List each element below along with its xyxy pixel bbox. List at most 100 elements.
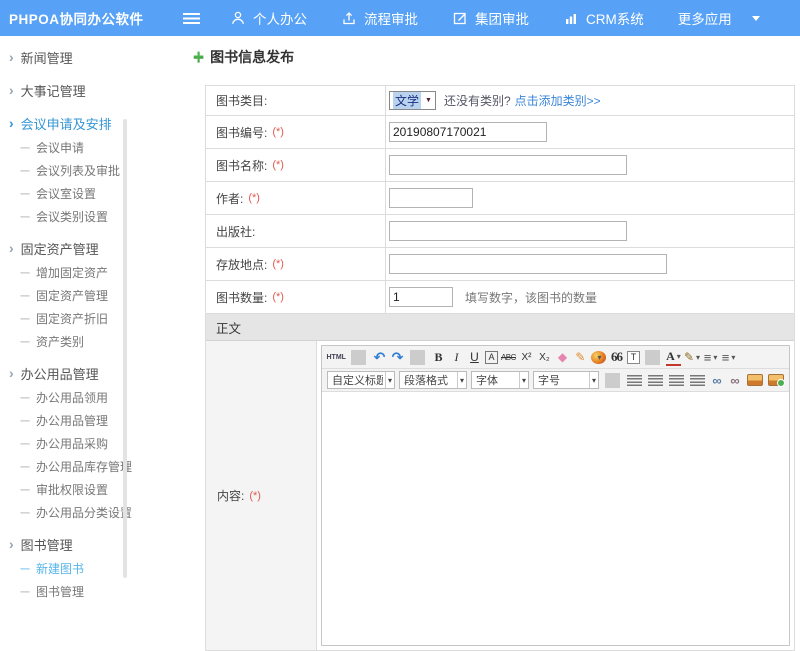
nav-prefix-icon: 一 — [20, 140, 30, 155]
page-title: + 图书信息发布 — [193, 47, 294, 67]
nav-item-personal-office[interactable]: 个人办公 — [230, 8, 307, 28]
compose-icon — [452, 10, 468, 26]
sidebar-item-asset-depreciation[interactable]: 一 固定资产折旧 — [0, 307, 133, 330]
nav-item-group-approval[interactable]: 集团审批 — [452, 8, 529, 28]
sidebar-item-label: 办公用品分类设置 — [36, 504, 132, 521]
sidebar-group-memorabilia[interactable]: › 大事记管理 — [0, 77, 133, 103]
approval-icon — [341, 10, 357, 26]
font-size-select[interactable]: 字号 ▾ — [533, 371, 599, 389]
location-row: 存放地点: (*) — [206, 248, 794, 281]
align-center-button[interactable] — [648, 375, 663, 386]
strikethrough-button[interactable]: ABC — [501, 348, 516, 366]
sidebar-item-asset-add[interactable]: 一 增加固定资产 — [0, 261, 133, 284]
book-category-select[interactable]: 文学 ▼ — [389, 91, 436, 110]
sidebar-scrollbar[interactable] — [123, 119, 127, 578]
superscript-button[interactable]: X² — [519, 348, 534, 366]
remove-link-button[interactable]: ∞ — [728, 371, 743, 389]
sidebar-item-meeting-room[interactable]: 一 会议室设置 — [0, 182, 133, 205]
required-mark: (*) — [248, 192, 260, 204]
add-category-link[interactable]: 点击添加类别>> — [515, 92, 601, 109]
sidebar-item-asset-category[interactable]: 一 资产类别 — [0, 330, 133, 353]
nav-prefix-icon: › — [9, 241, 14, 255]
field-label: 图书类目: — [206, 86, 386, 115]
nav-prefix-icon: 一 — [20, 186, 30, 201]
editor-text-area[interactable] — [322, 392, 789, 645]
anchor-button[interactable]: A — [485, 351, 498, 364]
align-right-button[interactable] — [669, 375, 684, 386]
toolbar-separator — [351, 350, 366, 365]
nav-item-crm[interactable]: CRM系统 — [563, 8, 644, 28]
sidebar-item-meeting-apply[interactable]: 一 会议申请 — [0, 136, 133, 159]
sidebar-item-meeting-list[interactable]: 一 会议列表及审批 — [0, 159, 133, 182]
sidebar-item-meeting-category[interactable]: 一 会议类别设置 — [0, 205, 133, 228]
category-hint: 还没有类别? — [444, 92, 511, 109]
unordered-list-button[interactable]: ≡ — [721, 348, 736, 366]
underline-button[interactable]: U — [467, 348, 482, 366]
custom-title-select[interactable]: 自定义标题 ▾ — [327, 371, 395, 389]
bold-button[interactable]: B — [431, 348, 446, 366]
publisher-input[interactable] — [389, 221, 627, 241]
sidebar-item-supplies-claim[interactable]: 一 办公用品领用 — [0, 386, 133, 409]
body-section-header: 正文 — [206, 314, 794, 341]
nav-prefix-icon: › — [9, 116, 14, 130]
background-color-button[interactable] — [591, 351, 606, 364]
content-row: 内容: (*) HTML↶↷BIUAABCX²X₂◆✎66TA✎≡≡ 自定义标题… — [206, 341, 794, 651]
sidebar-group-meeting[interactable]: › 会议申请及安排 — [0, 110, 133, 136]
select-arrow-icon: ▼ — [425, 97, 432, 104]
sidebar-item-approval-permission[interactable]: 一 审批权限设置 — [0, 478, 133, 501]
sidebar-group-supplies[interactable]: › 办公用品管理 — [0, 360, 133, 386]
sidebar-item-supplies-purchase[interactable]: 一 办公用品采购 — [0, 432, 133, 455]
nav-label: 更多应用 — [678, 8, 732, 28]
author-input[interactable] — [389, 188, 473, 208]
ordered-list-button[interactable]: ≡ — [703, 348, 718, 366]
nav-item-workflow-approval[interactable]: 流程审批 — [341, 8, 418, 28]
nav-item-more-apps[interactable]: 更多应用 — [678, 8, 732, 28]
book-name-input[interactable] — [389, 155, 627, 175]
undo-button[interactable]: ↶ — [372, 348, 387, 366]
sidebar-item-supplies-stock[interactable]: 一 办公用品库存管理 — [0, 455, 133, 478]
upload-picture-button[interactable] — [768, 374, 784, 386]
sidebar-item-book-new[interactable]: 一 新建图书 — [0, 557, 133, 580]
location-input[interactable] — [389, 254, 667, 274]
sidebar-item-supplies-manage[interactable]: 一 办公用品管理 — [0, 409, 133, 432]
paragraph-format-select[interactable]: 段落格式 ▾ — [399, 371, 467, 389]
paste-as-text-button[interactable]: T — [627, 351, 640, 364]
blockquote-button[interactable]: 66 — [609, 348, 624, 366]
italic-button[interactable]: I — [449, 348, 464, 366]
hamburger-menu-icon[interactable] — [183, 13, 200, 24]
sidebar-item-label: 新闻管理 — [21, 48, 73, 67]
sidebar-item-label: 审批权限设置 — [36, 481, 108, 498]
insert-link-button[interactable]: ∞ — [710, 371, 725, 389]
select-caret-icon: ▾ — [519, 372, 528, 388]
eraser-button[interactable]: ◆ — [555, 348, 570, 366]
person-icon — [230, 10, 246, 26]
caret-down-icon[interactable] — [752, 16, 760, 21]
page-title-text: 图书信息发布 — [210, 47, 294, 67]
top-header: PHPOA协同办公软件 个人办公 流程审批 集团审批 CRM系统 — [0, 0, 800, 36]
sidebar-item-book-manage[interactable]: 一 图书管理 — [0, 580, 133, 603]
redo-button[interactable]: ↷ — [390, 348, 405, 366]
font-family-select[interactable]: 字体 ▾ — [471, 371, 529, 389]
sidebar-item-supplies-category[interactable]: 一 办公用品分类设置 — [0, 501, 133, 524]
format-painter-button[interactable]: ✎ — [573, 348, 588, 366]
highlight-pen-button[interactable]: ✎ — [684, 348, 700, 366]
align-justify-button[interactable] — [690, 375, 705, 386]
quantity-input[interactable] — [389, 287, 453, 307]
sidebar-item-asset-manage[interactable]: 一 固定资产管理 — [0, 284, 133, 307]
subscript-button[interactable]: X₂ — [537, 348, 552, 366]
font-color-button[interactable]: A — [666, 348, 681, 366]
sidebar-group-news[interactable]: › 新闻管理 — [0, 44, 133, 70]
sidebar-group-assets[interactable]: › 固定资产管理 — [0, 235, 133, 261]
toolbar-separator — [605, 373, 620, 388]
align-left-button[interactable] — [627, 375, 642, 386]
sidebar-group-books[interactable]: › 图书管理 — [0, 531, 133, 557]
sidebar-item-label: 会议类别设置 — [36, 208, 108, 225]
select-caret-icon: ▾ — [589, 372, 598, 388]
book-code-input[interactable] — [389, 122, 547, 142]
html-source-button[interactable]: HTML — [327, 348, 346, 366]
nav-prefix-icon: 一 — [20, 482, 30, 497]
nav-prefix-icon: 一 — [20, 390, 30, 405]
nav-prefix-icon: › — [9, 366, 14, 380]
sidebar-item-label: 增加固定资产 — [36, 264, 108, 281]
insert-picture-button[interactable] — [747, 374, 763, 386]
